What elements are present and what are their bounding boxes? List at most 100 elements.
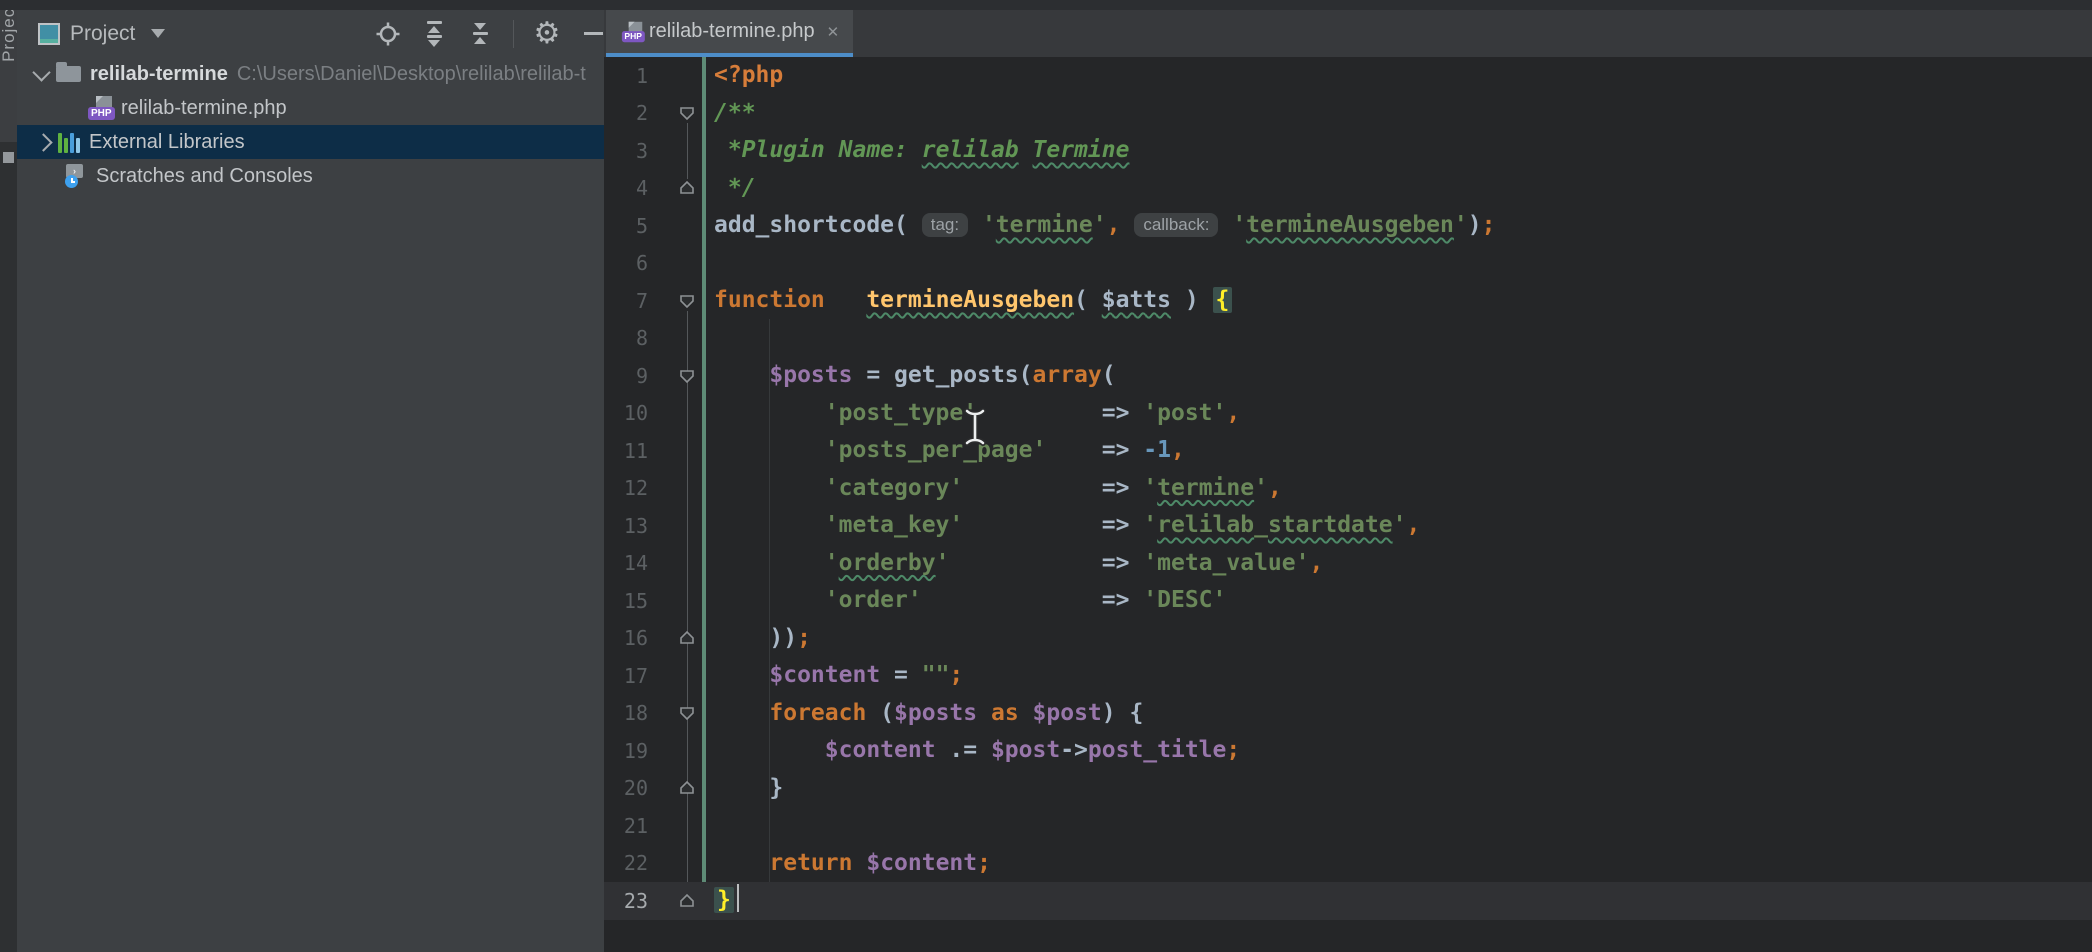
line-number: 14	[604, 551, 660, 575]
tool-stripe-icon[interactable]	[3, 152, 14, 163]
code-token: }	[714, 775, 783, 801]
code-line[interactable]: 10 'post_type' => 'post',	[604, 395, 2092, 433]
code-token: '	[1143, 475, 1157, 501]
code-text: }	[714, 882, 739, 920]
code-line[interactable]: 9 $posts = get_posts(array(	[604, 357, 2092, 395]
code-line[interactable]: 19 $content .= $post->post_title;	[604, 732, 2092, 770]
code-line[interactable]: 4 */	[604, 170, 2092, 208]
code-token	[825, 287, 867, 313]
locate-file-button[interactable]	[375, 21, 401, 47]
code-token: =>	[1102, 587, 1144, 613]
code-line[interactable]: 17 $content = "";	[604, 657, 2092, 695]
code-token: $atts	[1102, 287, 1171, 313]
code-line[interactable]: 21	[604, 807, 2092, 845]
code-token: foreach	[769, 700, 866, 726]
fold-marker-icon[interactable]	[660, 893, 714, 909]
code-token: '	[1393, 512, 1407, 538]
chevron-collapsed-icon[interactable]	[34, 133, 52, 151]
line-number: 2	[604, 101, 660, 125]
clock-icon	[65, 175, 78, 188]
code-token: _	[1254, 512, 1268, 538]
crosshair-icon	[375, 21, 401, 47]
tree-row-php-file[interactable]: PHP relilab-termine.php	[17, 91, 604, 125]
code-token	[714, 850, 769, 876]
project-panel-header: Project	[17, 10, 604, 57]
project-view-selector[interactable]: Project	[17, 22, 165, 46]
parameter-hint-chip: tag:	[922, 213, 968, 237]
expand-collapse-button[interactable]	[421, 21, 447, 47]
scratches-icon: ›	[64, 164, 88, 188]
code-line[interactable]: 13 'meta_key' => 'relilab_startdate',	[604, 507, 2092, 545]
code-line[interactable]: 11 'posts_per_page' => -1,	[604, 432, 2092, 470]
code-token	[1019, 137, 1033, 163]
code-text: foreach ($posts as $post) {	[714, 695, 1143, 733]
tree-row-external-libraries[interactable]: External Libraries	[17, 125, 604, 159]
hide-panel-button[interactable]	[580, 21, 606, 47]
code-line[interactable]: 8	[604, 320, 2092, 358]
code-token: 'post_type'	[825, 400, 977, 426]
code-token	[922, 587, 1102, 613]
line-number: 3	[604, 139, 660, 163]
code-token	[714, 400, 825, 426]
line-number: 17	[604, 664, 660, 688]
line-number: 23	[604, 889, 660, 913]
code-line[interactable]: 1<?php	[604, 57, 2092, 95]
code-token: 'meta_value'	[1143, 550, 1309, 576]
code-line[interactable]: 16 ));	[604, 620, 2092, 658]
tree-row-project-root[interactable]: relilab-termine C:\Users\Daniel\Desktop\…	[17, 57, 604, 91]
fold-marker-icon[interactable]	[660, 368, 714, 384]
code-token: $posts	[769, 362, 852, 388]
code-line[interactable]: 15 'order' => 'DESC'	[604, 582, 2092, 620]
code-token: =>	[1102, 512, 1144, 538]
code-line[interactable]: 14 'orderby' => 'meta_value',	[604, 545, 2092, 583]
tab-relilab-termine-php[interactable]: PHP relilab-termine.php ✕	[606, 10, 853, 57]
code-token: )	[1171, 287, 1213, 313]
code-token: ,	[1406, 512, 1420, 538]
fold-marker-icon[interactable]	[660, 705, 714, 721]
code-token	[714, 362, 769, 388]
code-text: function termineAusgeben( $atts ) {	[714, 282, 1232, 320]
code-token: =>	[1102, 400, 1144, 426]
code-token: array	[1033, 362, 1102, 388]
code-editor[interactable]: 1<?php 2 /**3 *Plugin Name: relilab Termin…	[604, 57, 2092, 952]
code-token: ,	[1107, 212, 1121, 238]
line-number: 4	[604, 176, 660, 200]
code-line[interactable]: 6	[604, 245, 2092, 283]
fold-marker-icon[interactable]	[660, 180, 714, 196]
settings-button[interactable]: ⚙	[534, 21, 560, 47]
fold-marker-icon[interactable]	[660, 105, 714, 121]
code-token	[1019, 700, 1033, 726]
code-text: /**	[714, 95, 756, 133]
code-text: 'posts_per_page' => -1,	[714, 432, 1185, 470]
code-token: add_shortcode(	[714, 212, 922, 238]
code-line[interactable]: 12 'category' => 'termine',	[604, 470, 2092, 508]
code-line[interactable]: 23}	[604, 882, 2092, 920]
code-line[interactable]: 7function termineAusgeben( $atts ) {	[604, 282, 2092, 320]
code-token: orderby	[839, 550, 936, 576]
fold-marker-icon[interactable]	[660, 780, 714, 796]
line-number: 1	[604, 64, 660, 88]
code-token: '	[1093, 212, 1107, 238]
code-token: '	[1254, 475, 1268, 501]
chevron-expanded-icon[interactable]	[32, 63, 50, 81]
tree-row-scratches[interactable]: › Scratches and Consoles	[17, 159, 604, 193]
close-icon[interactable]: ✕	[827, 23, 840, 41]
code-line[interactable]: 20 }	[604, 770, 2092, 808]
code-token: '	[1143, 512, 1157, 538]
tool-stripe-project-button[interactable]: Project	[0, 10, 17, 142]
code-text: 'meta_key' => 'relilab_startdate',	[714, 507, 1420, 545]
window-top-strip	[0, 0, 2092, 10]
php-file-icon: PHP	[622, 21, 643, 41]
code-line[interactable]: 22 return $content;	[604, 845, 2092, 883]
fold-marker-icon[interactable]	[660, 293, 714, 309]
code-token: function	[714, 287, 825, 313]
code-token: $post	[991, 737, 1060, 763]
code-line[interactable]: 3 *Plugin Name: relilab Termine	[604, 132, 2092, 170]
fold-marker-icon[interactable]	[660, 630, 714, 646]
code-line[interactable]: 5add_shortcode( tag: 'termine', callback…	[604, 207, 2092, 245]
code-line[interactable]: 2 /**	[604, 95, 2092, 133]
scratches-label: Scratches and Consoles	[96, 165, 313, 188]
code-token: termine	[1157, 475, 1254, 501]
collapse-all-button[interactable]	[467, 21, 493, 47]
code-line[interactable]: 18 foreach ($posts as $post) {	[604, 695, 2092, 733]
